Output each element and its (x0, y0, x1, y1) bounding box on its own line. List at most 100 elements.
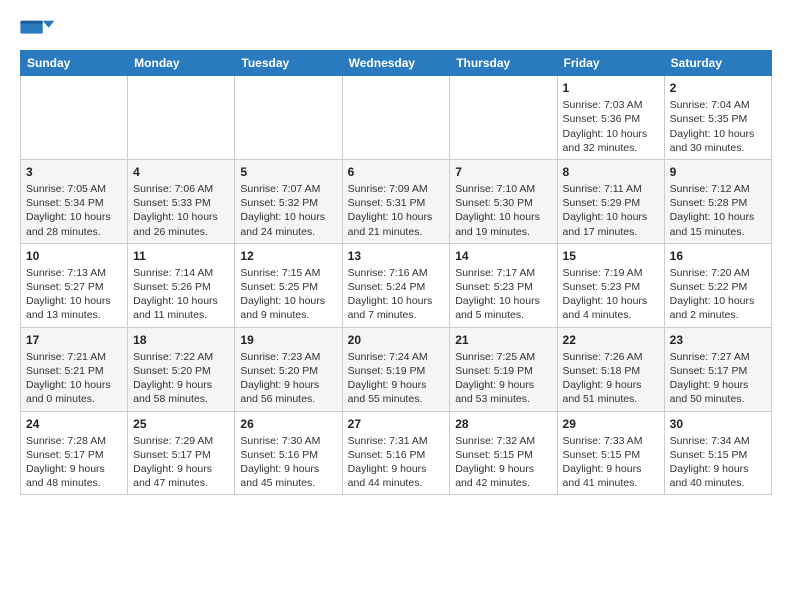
day-number: 14 (455, 248, 551, 264)
day-info: Sunrise: 7:19 AM Sunset: 5:23 PM Dayligh… (563, 266, 659, 323)
day-info: Sunrise: 7:14 AM Sunset: 5:26 PM Dayligh… (133, 266, 229, 323)
day-of-week-header: Saturday (664, 51, 771, 76)
day-number: 16 (670, 248, 766, 264)
day-info: Sunrise: 7:24 AM Sunset: 5:19 PM Dayligh… (348, 350, 445, 407)
day-number: 4 (133, 164, 229, 180)
day-number: 20 (348, 332, 445, 348)
day-number: 26 (240, 416, 336, 432)
day-info: Sunrise: 7:20 AM Sunset: 5:22 PM Dayligh… (670, 266, 766, 323)
calendar-day-cell: 11 Sunrise: 7:14 AM Sunset: 5:26 PM Dayli… (128, 243, 235, 327)
day-number: 29 (563, 416, 659, 432)
calendar-day-cell: 30 Sunrise: 7:34 AM Sunset: 5:15 PM Dayli… (664, 411, 771, 495)
day-info: Sunrise: 7:05 AM Sunset: 5:34 PM Dayligh… (26, 182, 122, 239)
day-info: Sunrise: 7:06 AM Sunset: 5:33 PM Dayligh… (133, 182, 229, 239)
day-number: 21 (455, 332, 551, 348)
calendar-day-cell (128, 76, 235, 160)
calendar-day-cell: 18 Sunrise: 7:22 AM Sunset: 5:20 PM Dayli… (128, 327, 235, 411)
calendar-header-row: SundayMondayTuesdayWednesdayThursdayFrid… (21, 51, 772, 76)
logo (20, 16, 56, 40)
day-number: 18 (133, 332, 229, 348)
calendar-week-row: 10 Sunrise: 7:13 AM Sunset: 5:27 PM Dayli… (21, 243, 772, 327)
day-info: Sunrise: 7:27 AM Sunset: 5:17 PM Dayligh… (670, 350, 766, 407)
day-info: Sunrise: 7:25 AM Sunset: 5:19 PM Dayligh… (455, 350, 551, 407)
logo-icon (20, 16, 56, 36)
day-info: Sunrise: 7:22 AM Sunset: 5:20 PM Dayligh… (133, 350, 229, 407)
calendar-day-cell: 1Sunrise: 7:03 AM Sunset: 5:36 PM Daylig… (557, 76, 664, 160)
day-of-week-header: Thursday (450, 51, 557, 76)
calendar-day-cell: 2 Sunrise: 7:04 AM Sunset: 5:35 PM Daylig… (664, 76, 771, 160)
calendar-week-row: 17Sunrise: 7:21 AM Sunset: 5:21 PM Dayli… (21, 327, 772, 411)
day-info: Sunrise: 7:04 AM Sunset: 5:35 PM Dayligh… (670, 98, 766, 155)
calendar-day-cell: 19 Sunrise: 7:23 AM Sunset: 5:20 PM Dayli… (235, 327, 342, 411)
day-info: Sunrise: 7:26 AM Sunset: 5:18 PM Dayligh… (563, 350, 659, 407)
day-number: 11 (133, 248, 229, 264)
day-number: 7 (455, 164, 551, 180)
calendar-day-cell: 28 Sunrise: 7:32 AM Sunset: 5:15 PM Dayli… (450, 411, 557, 495)
calendar-day-cell: 15 Sunrise: 7:19 AM Sunset: 5:23 PM Dayli… (557, 243, 664, 327)
day-info: Sunrise: 7:09 AM Sunset: 5:31 PM Dayligh… (348, 182, 445, 239)
day-number: 2 (670, 80, 766, 96)
day-number: 19 (240, 332, 336, 348)
calendar-day-cell: 5 Sunrise: 7:07 AM Sunset: 5:32 PM Daylig… (235, 159, 342, 243)
day-number: 22 (563, 332, 659, 348)
calendar-day-cell: 21 Sunrise: 7:25 AM Sunset: 5:19 PM Dayli… (450, 327, 557, 411)
calendar-day-cell: 6 Sunrise: 7:09 AM Sunset: 5:31 PM Daylig… (342, 159, 450, 243)
calendar-day-cell: 22 Sunrise: 7:26 AM Sunset: 5:18 PM Dayli… (557, 327, 664, 411)
calendar-day-cell: 9Sunrise: 7:12 AM Sunset: 5:28 PM Daylig… (664, 159, 771, 243)
day-info: Sunrise: 7:17 AM Sunset: 5:23 PM Dayligh… (455, 266, 551, 323)
header (20, 16, 772, 40)
day-info: Sunrise: 7:31 AM Sunset: 5:16 PM Dayligh… (348, 434, 445, 491)
calendar-day-cell: 17Sunrise: 7:21 AM Sunset: 5:21 PM Dayli… (21, 327, 128, 411)
calendar-day-cell: 7 Sunrise: 7:10 AM Sunset: 5:30 PM Daylig… (450, 159, 557, 243)
calendar-table: SundayMondayTuesdayWednesdayThursdayFrid… (20, 50, 772, 495)
day-number: 10 (26, 248, 122, 264)
day-number: 5 (240, 164, 336, 180)
day-of-week-header: Tuesday (235, 51, 342, 76)
day-number: 28 (455, 416, 551, 432)
calendar-day-cell: 16 Sunrise: 7:20 AM Sunset: 5:22 PM Dayli… (664, 243, 771, 327)
calendar-day-cell (450, 76, 557, 160)
calendar-day-cell: 23Sunrise: 7:27 AM Sunset: 5:17 PM Dayli… (664, 327, 771, 411)
day-info: Sunrise: 7:23 AM Sunset: 5:20 PM Dayligh… (240, 350, 336, 407)
calendar-day-cell (235, 76, 342, 160)
calendar-day-cell: 25Sunrise: 7:29 AM Sunset: 5:17 PM Dayli… (128, 411, 235, 495)
day-number: 1 (563, 80, 659, 96)
day-number: 13 (348, 248, 445, 264)
day-number: 24 (26, 416, 122, 432)
day-info: Sunrise: 7:29 AM Sunset: 5:17 PM Dayligh… (133, 434, 229, 491)
day-number: 27 (348, 416, 445, 432)
day-number: 6 (348, 164, 445, 180)
day-number: 17 (26, 332, 122, 348)
day-of-week-header: Monday (128, 51, 235, 76)
calendar-day-cell (21, 76, 128, 160)
calendar-day-cell: 20 Sunrise: 7:24 AM Sunset: 5:19 PM Dayli… (342, 327, 450, 411)
calendar-day-cell: 13Sunrise: 7:16 AM Sunset: 5:24 PM Dayli… (342, 243, 450, 327)
calendar-day-cell: 26 Sunrise: 7:30 AM Sunset: 5:16 PM Dayli… (235, 411, 342, 495)
day-info: Sunrise: 7:10 AM Sunset: 5:30 PM Dayligh… (455, 182, 551, 239)
day-number: 30 (670, 416, 766, 432)
calendar-day-cell: 4 Sunrise: 7:06 AM Sunset: 5:33 PM Daylig… (128, 159, 235, 243)
calendar-day-cell: 27 Sunrise: 7:31 AM Sunset: 5:16 PM Dayli… (342, 411, 450, 495)
day-info: Sunrise: 7:11 AM Sunset: 5:29 PM Dayligh… (563, 182, 659, 239)
day-number: 3 (26, 164, 122, 180)
day-of-week-header: Friday (557, 51, 664, 76)
day-number: 15 (563, 248, 659, 264)
calendar-day-cell: 29Sunrise: 7:33 AM Sunset: 5:15 PM Dayli… (557, 411, 664, 495)
calendar-day-cell: 3 Sunrise: 7:05 AM Sunset: 5:34 PM Daylig… (21, 159, 128, 243)
day-of-week-header: Wednesday (342, 51, 450, 76)
day-info: Sunrise: 7:15 AM Sunset: 5:25 PM Dayligh… (240, 266, 336, 323)
day-number: 12 (240, 248, 336, 264)
day-info: Sunrise: 7:28 AM Sunset: 5:17 PM Dayligh… (26, 434, 122, 491)
day-info: Sunrise: 7:13 AM Sunset: 5:27 PM Dayligh… (26, 266, 122, 323)
day-info: Sunrise: 7:34 AM Sunset: 5:15 PM Dayligh… (670, 434, 766, 491)
calendar-day-cell: 8 Sunrise: 7:11 AM Sunset: 5:29 PM Daylig… (557, 159, 664, 243)
calendar-day-cell: 10 Sunrise: 7:13 AM Sunset: 5:27 PM Dayli… (21, 243, 128, 327)
calendar-day-cell: 14 Sunrise: 7:17 AM Sunset: 5:23 PM Dayli… (450, 243, 557, 327)
day-number: 8 (563, 164, 659, 180)
day-number: 9 (670, 164, 766, 180)
day-info: Sunrise: 7:30 AM Sunset: 5:16 PM Dayligh… (240, 434, 336, 491)
calendar-day-cell: 12 Sunrise: 7:15 AM Sunset: 5:25 PM Dayli… (235, 243, 342, 327)
day-info: Sunrise: 7:07 AM Sunset: 5:32 PM Dayligh… (240, 182, 336, 239)
calendar-week-row: 3 Sunrise: 7:05 AM Sunset: 5:34 PM Daylig… (21, 159, 772, 243)
day-info: Sunrise: 7:32 AM Sunset: 5:15 PM Dayligh… (455, 434, 551, 491)
